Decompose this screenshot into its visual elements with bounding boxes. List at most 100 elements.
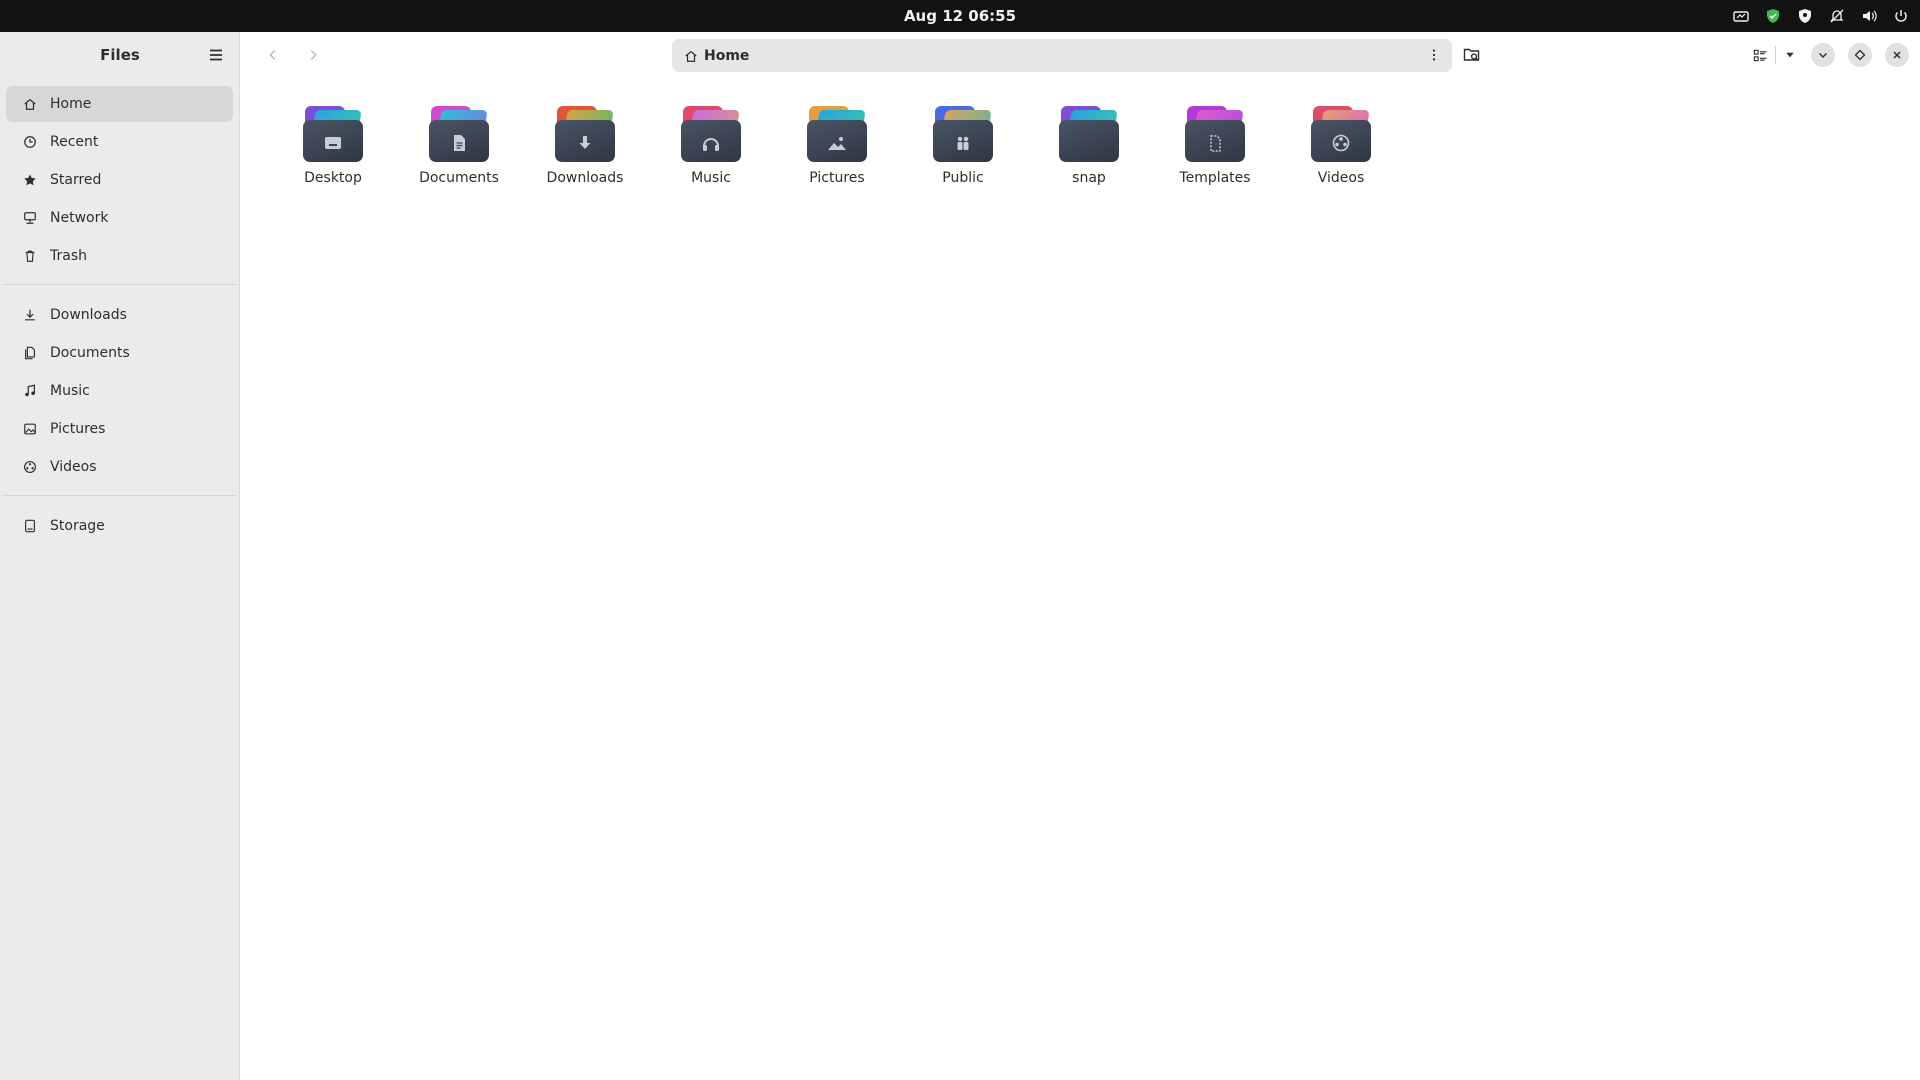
- folder-videos[interactable]: Videos: [1278, 102, 1404, 186]
- drive-icon: [22, 518, 38, 534]
- sidebar-divider: [2, 284, 237, 285]
- folder-label: Templates: [1179, 170, 1251, 186]
- path-menu-button[interactable]: [1426, 47, 1442, 63]
- folder-grid: Desktop Documents Downloads Music Pictur…: [270, 102, 1404, 186]
- folder-label: snap: [1072, 170, 1106, 186]
- path-bar[interactable]: Home: [672, 39, 1452, 72]
- screen-icon[interactable]: [1732, 7, 1750, 25]
- sidebar-item-downloads[interactable]: Downloads: [6, 297, 233, 333]
- main-menu-button[interactable]: [205, 44, 227, 66]
- folder-snap[interactable]: snap: [1026, 102, 1152, 186]
- sidebar-item-storage[interactable]: Storage: [6, 508, 233, 544]
- chevron-right-icon: [310, 50, 317, 60]
- folder-documents[interactable]: Documents: [396, 102, 522, 186]
- sidebar-item-label: Pictures: [50, 421, 106, 437]
- folder-icon: [1059, 106, 1119, 162]
- diamond-icon: [1854, 49, 1866, 61]
- sidebar-item-label: Network: [50, 210, 109, 226]
- folder-icon: [1185, 106, 1245, 162]
- folder-label: Documents: [419, 170, 499, 186]
- search-button[interactable]: [1461, 44, 1483, 66]
- back-button[interactable]: [262, 44, 284, 66]
- home-icon: [684, 49, 698, 63]
- folder-templates[interactable]: Templates: [1152, 102, 1278, 186]
- folder-downloads[interactable]: Downloads: [522, 102, 648, 186]
- view-dropdown-button[interactable]: [1779, 44, 1801, 66]
- sidebar-item-label: Storage: [50, 518, 105, 534]
- sidebar: Files Home Recent Starred Network Trash …: [0, 32, 240, 1080]
- clock-icon: [22, 134, 38, 150]
- files-window: Files Home Recent Starred Network Trash …: [0, 32, 1920, 1080]
- folder-label: Pictures: [809, 170, 865, 186]
- more-vertical-icon: [1432, 49, 1436, 61]
- header-bar: Home: [241, 32, 1920, 78]
- system-tray[interactable]: [1732, 0, 1910, 32]
- document-icon: [454, 135, 465, 151]
- path-segment-home[interactable]: Home: [704, 48, 749, 64]
- close-button[interactable]: [1885, 43, 1909, 67]
- download-icon: [22, 307, 38, 323]
- chevron-down-icon: [1819, 53, 1827, 58]
- network-icon: [22, 210, 38, 226]
- minimize-button[interactable]: [1811, 43, 1835, 67]
- sidebar-item-pictures[interactable]: Pictures: [6, 411, 233, 447]
- app-title: Files: [100, 46, 140, 64]
- shield-check-icon[interactable]: [1764, 7, 1782, 25]
- home-icon: [22, 96, 38, 112]
- folder-pictures[interactable]: Pictures: [774, 102, 900, 186]
- clock[interactable]: Aug 12 06:55: [0, 0, 1920, 32]
- sidebar-item-label: Trash: [50, 248, 87, 264]
- sidebar-item-music[interactable]: Music: [6, 373, 233, 409]
- list-view-icon: [1753, 49, 1767, 61]
- sidebar-item-label: Recent: [50, 134, 99, 150]
- power-icon[interactable]: [1892, 7, 1910, 25]
- caret-down-icon: [1786, 52, 1794, 58]
- sidebar-item-label: Starred: [50, 172, 102, 188]
- sidebar-item-documents[interactable]: Documents: [6, 335, 233, 371]
- sidebar-item-label: Downloads: [50, 307, 127, 323]
- sidebar-item-home[interactable]: Home: [6, 86, 233, 122]
- folder-label: Desktop: [304, 170, 362, 186]
- devices-list: Storage: [0, 508, 239, 544]
- folder-icon: [303, 106, 363, 162]
- sidebar-item-label: Home: [50, 96, 92, 112]
- template-icon: [1210, 135, 1221, 152]
- folder-icon: [429, 106, 489, 162]
- film-icon: [1332, 134, 1350, 152]
- folder-music[interactable]: Music: [648, 102, 774, 186]
- sidebar-divider: [2, 495, 237, 496]
- shield-icon[interactable]: [1796, 7, 1814, 25]
- sidebar-item-recent[interactable]: Recent: [6, 124, 233, 160]
- notifications-off-icon[interactable]: [1828, 7, 1846, 25]
- sidebar-header: Files: [0, 32, 239, 78]
- sidebar-item-trash[interactable]: Trash: [6, 238, 233, 274]
- headphones-icon: [703, 138, 719, 151]
- view-options-button[interactable]: [1749, 44, 1771, 66]
- sidebar-item-videos[interactable]: Videos: [6, 449, 233, 485]
- sidebar-item-label: Videos: [50, 459, 97, 475]
- folder-icon: [555, 106, 615, 162]
- maximize-button[interactable]: [1848, 43, 1872, 67]
- folder-icon: [933, 106, 993, 162]
- folder-label: Videos: [1317, 170, 1365, 186]
- chevron-left-icon: [269, 50, 276, 60]
- folder-icon: [1311, 106, 1371, 162]
- folder-desktop[interactable]: Desktop: [270, 102, 396, 186]
- video-icon: [22, 459, 38, 475]
- folder-public[interactable]: Public: [900, 102, 1026, 186]
- volume-icon[interactable]: [1860, 7, 1878, 25]
- bookmarks-list: Downloads Documents Music Pictures Video…: [0, 297, 239, 485]
- download-icon: [579, 136, 591, 149]
- top-bar: Aug 12 06:55: [0, 0, 1920, 32]
- picture-icon: [22, 421, 38, 437]
- sidebar-item-starred[interactable]: Starred: [6, 162, 233, 198]
- music-icon: [22, 383, 38, 399]
- sidebar-item-label: Music: [50, 383, 90, 399]
- star-icon: [22, 172, 38, 188]
- close-icon: [1893, 51, 1901, 59]
- sidebar-item-network[interactable]: Network: [6, 200, 233, 236]
- folder-search-icon: [1463, 48, 1480, 62]
- people-icon: [957, 136, 969, 150]
- trash-icon: [22, 248, 38, 264]
- forward-button[interactable]: [302, 44, 324, 66]
